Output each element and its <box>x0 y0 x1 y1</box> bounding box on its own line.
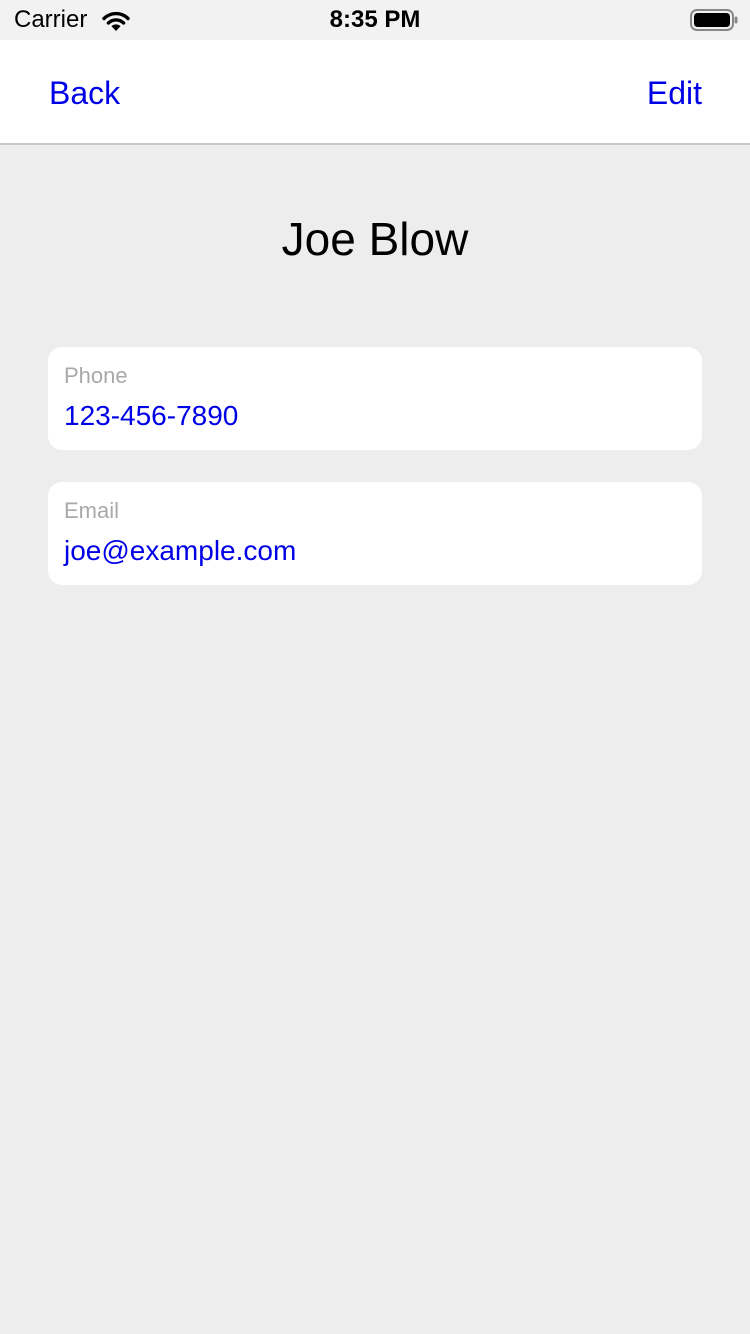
phone-card: Phone 123-456-7890 <box>48 347 702 450</box>
phone-link[interactable]: 123-456-7890 <box>64 399 238 433</box>
status-time: 8:35 PM <box>329 6 421 33</box>
navigation-bar: Back Edit <box>0 40 750 145</box>
battery-icon <box>690 9 738 31</box>
email-label: Email <box>64 498 120 523</box>
back-button[interactable]: Back <box>49 74 120 112</box>
status-bar: Carrier 8:35 PM <box>0 0 750 40</box>
email-card: Email joe@example.com <box>48 482 702 585</box>
edit-button[interactable]: Edit <box>647 74 702 112</box>
contact-name: Joe Blow <box>281 213 469 265</box>
phone-label: Phone <box>64 363 128 388</box>
email-link[interactable]: joe@example.com <box>64 534 296 568</box>
